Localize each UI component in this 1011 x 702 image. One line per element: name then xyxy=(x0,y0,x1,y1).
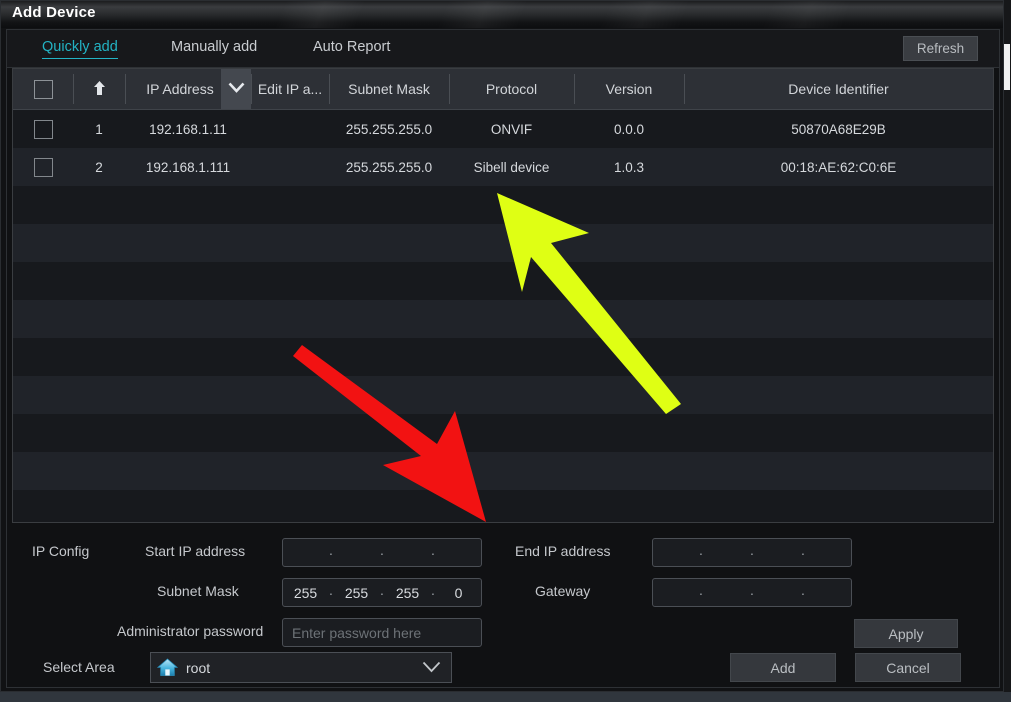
row-subnet-mask: 255.255.255.0 xyxy=(345,121,433,137)
subnet-octet-3[interactable]: 255 xyxy=(385,585,430,601)
admin-password-label: Administrator password xyxy=(117,623,264,639)
table-row[interactable]: 1 192.168.1.11 255.255.255.0 ONVIF 0.0.0… xyxy=(13,110,993,148)
ip-dot: . xyxy=(431,581,435,598)
ip-dot: . xyxy=(699,581,703,598)
start-ip-input[interactable]: . . . xyxy=(282,538,482,567)
table-row-empty xyxy=(13,414,993,452)
ip-config-panel: IP Config Start IP address . . . End IP … xyxy=(12,526,994,648)
start-ip-label: Start IP address xyxy=(145,543,246,559)
ip-dot: . xyxy=(380,541,384,558)
row-index: 1 xyxy=(95,121,103,137)
select-area-dropdown[interactable]: root xyxy=(150,652,452,683)
row-edit-ip[interactable] xyxy=(251,110,329,148)
ip-dot: . xyxy=(431,541,435,558)
subnet-octet-1[interactable]: 255 xyxy=(283,585,328,601)
table-row-empty xyxy=(13,490,993,522)
header-select-all[interactable] xyxy=(13,69,73,109)
page-scrollbar-thumb[interactable] xyxy=(1004,44,1010,90)
add-button[interactable]: Add xyxy=(730,653,836,682)
row-device-identifier: 50870A68E29B xyxy=(791,121,886,137)
ip-dot: . xyxy=(699,541,703,558)
page-scrollbar-track[interactable] xyxy=(1003,0,1011,702)
ip-dot: . xyxy=(750,541,754,558)
row-checkbox[interactable] xyxy=(33,119,53,139)
table-row-empty xyxy=(13,186,993,224)
row-version: 0.0.0 xyxy=(613,121,645,137)
header-edit-ip[interactable]: Edit IP a... xyxy=(251,69,329,109)
dialog-footer: Select Area root Add Cancel xyxy=(12,652,994,684)
dialog-titlebar[interactable]: Add Device xyxy=(1,1,1003,28)
table-row-empty xyxy=(13,338,993,376)
gateway-label: Gateway xyxy=(535,583,591,599)
header-device-identifier[interactable]: Device Identifier xyxy=(684,69,993,109)
ip-dot: . xyxy=(329,581,333,598)
ip-address-filter-dropdown[interactable] xyxy=(221,69,251,109)
row-subnet-mask: 255.255.255.0 xyxy=(345,159,433,175)
table-row-empty xyxy=(13,452,993,490)
device-table: IP Address Edit IP a... Subnet Mask Prot… xyxy=(12,68,994,523)
end-ip-input[interactable]: . . . xyxy=(652,538,852,567)
row-version: 1.0.3 xyxy=(613,159,645,175)
row-select-cell[interactable] xyxy=(13,110,73,148)
row-protocol: Sibell device xyxy=(473,159,550,175)
dialog-body: Quickly add Manually add Auto Report Ref… xyxy=(6,29,1000,688)
row-protocol: ONVIF xyxy=(490,121,533,137)
table-row[interactable]: 2 192.168.1.111 255.255.255.0 Sibell dev… xyxy=(13,148,993,186)
apply-button[interactable]: Apply xyxy=(854,619,958,648)
ip-config-section-label: IP Config xyxy=(32,543,90,559)
row-select-cell[interactable] xyxy=(13,148,73,186)
ip-dot: . xyxy=(380,581,384,598)
header-protocol[interactable]: Protocol xyxy=(449,69,574,109)
sort-ascending-arrow-icon xyxy=(93,80,106,99)
tab-manually-add[interactable]: Manually add xyxy=(171,39,257,58)
ip-dot: . xyxy=(801,541,805,558)
chevron-down-icon xyxy=(422,660,441,678)
row-checkbox[interactable] xyxy=(33,157,53,177)
refresh-button[interactable]: Refresh xyxy=(903,36,978,61)
tab-auto-report[interactable]: Auto Report xyxy=(313,39,390,58)
screen-root: Add Device Quickly add Manually add Auto… xyxy=(0,0,1011,702)
table-row-empty xyxy=(13,224,993,262)
row-ip-address: 192.168.1.111 xyxy=(145,159,231,175)
subnet-octet-2[interactable]: 255 xyxy=(334,585,379,601)
table-row-empty xyxy=(13,262,993,300)
admin-password-input[interactable]: Enter password here xyxy=(282,618,482,647)
page-bottom-band xyxy=(0,692,1011,702)
select-area-label: Select Area xyxy=(43,659,115,675)
header-version[interactable]: Version xyxy=(574,69,684,109)
select-all-checkbox[interactable] xyxy=(33,79,53,99)
add-device-dialog: Add Device Quickly add Manually add Auto… xyxy=(0,0,1004,692)
home-icon xyxy=(156,657,178,679)
row-ip-address: 192.168.1.11 xyxy=(149,121,227,137)
header-sort-index[interactable] xyxy=(73,69,125,109)
tab-strip: Quickly add Manually add Auto Report Ref… xyxy=(7,30,999,68)
ip-dot: . xyxy=(801,581,805,598)
gateway-input[interactable]: . . . xyxy=(652,578,852,607)
row-index: 2 xyxy=(95,159,103,175)
end-ip-label: End IP address xyxy=(515,543,611,559)
subnet-octet-4[interactable]: 0 xyxy=(436,585,481,601)
table-row-empty xyxy=(13,376,993,414)
titlebar-gloss xyxy=(1,1,1003,28)
device-table-header: IP Address Edit IP a... Subnet Mask Prot… xyxy=(13,69,993,110)
subnet-mask-input[interactable]: 255 . 255 . 255 . 0 xyxy=(282,578,482,607)
row-edit-ip[interactable] xyxy=(251,148,329,186)
subnet-mask-label: Subnet Mask xyxy=(157,583,239,599)
ip-dot: . xyxy=(329,541,333,558)
select-area-value: root xyxy=(186,659,211,676)
dialog-title: Add Device xyxy=(12,4,96,21)
ip-dot: . xyxy=(750,581,754,598)
device-table-body: 1 192.168.1.11 255.255.255.0 ONVIF 0.0.0… xyxy=(13,110,993,522)
cancel-button[interactable]: Cancel xyxy=(855,653,961,682)
row-device-identifier: 00:18:AE:62:C0:6E xyxy=(780,159,897,175)
table-row-empty xyxy=(13,300,993,338)
header-subnet-mask[interactable]: Subnet Mask xyxy=(329,69,449,109)
chevron-down-icon xyxy=(228,82,245,96)
tab-quickly-add[interactable]: Quickly add xyxy=(42,39,118,59)
